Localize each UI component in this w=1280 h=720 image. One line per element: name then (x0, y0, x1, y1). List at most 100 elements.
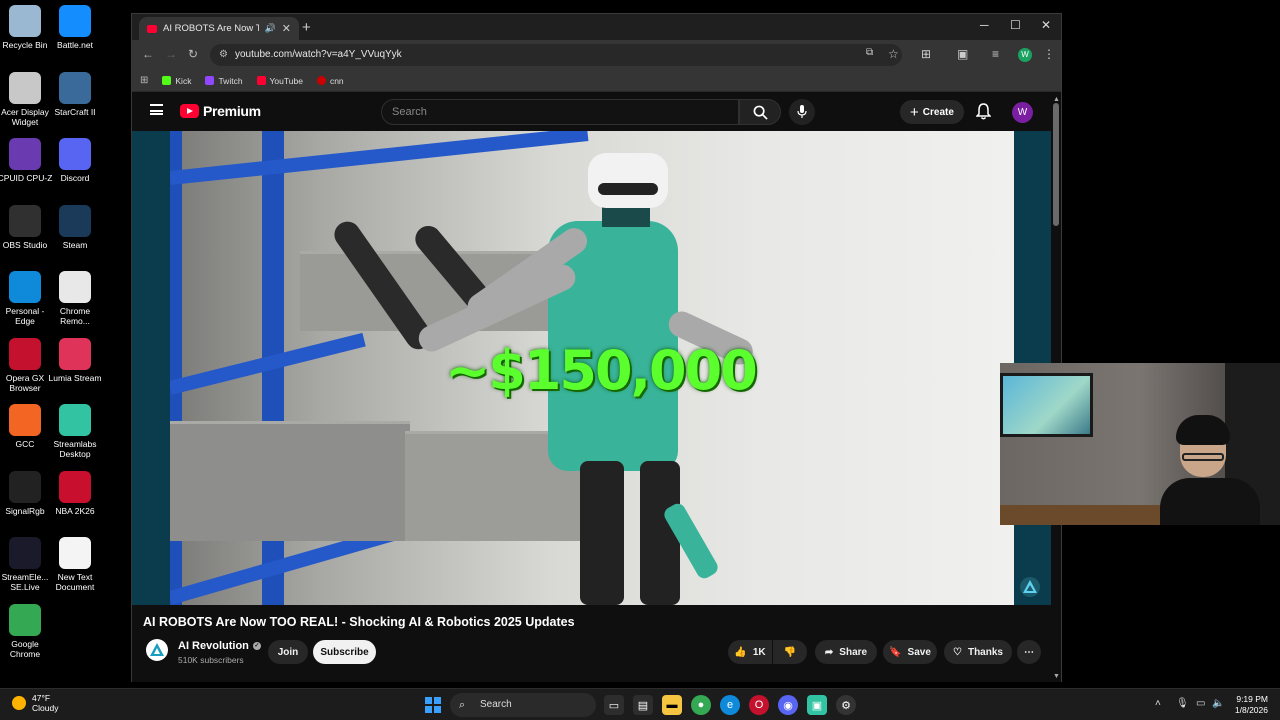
edge-taskbar-icon[interactable]: e (720, 695, 740, 715)
profile-avatar[interactable]: W (1018, 48, 1032, 62)
opera-taskbar-icon[interactable]: O (749, 695, 769, 715)
extensions-icon[interactable]: ⊞ (921, 47, 931, 61)
desktop-shortcut[interactable]: Chrome Remo... (46, 271, 104, 326)
browser-menu-icon[interactable]: ⋮ (1043, 47, 1055, 61)
discord-taskbar-icon[interactable]: ◉ (778, 695, 798, 715)
forward-icon[interactable]: → (165, 47, 177, 61)
subscriber-count: 510K subscribers (178, 655, 244, 665)
chrome-remote-icon (59, 271, 91, 303)
youtube-icon (256, 76, 266, 85)
bookmark-twitch[interactable]: Twitch (205, 76, 243, 86)
site-info-icon[interactable]: ⚙ (219, 44, 228, 66)
create-button[interactable]: + Create (900, 100, 964, 124)
voice-search-button[interactable] (789, 99, 815, 125)
volume-icon[interactable]: 🔈 (1212, 698, 1224, 709)
new-tab-icon[interactable]: + (302, 19, 311, 36)
acer-widget-icon (9, 71, 41, 104)
close-window-icon[interactable]: ✕ (1041, 18, 1051, 32)
minimize-icon[interactable]: ─ (980, 18, 989, 32)
browser-window: AI ROBOTS Are Now TOO R 🔊 ✕ + ─ ☐ ✕ ← → … (131, 13, 1062, 682)
back-icon[interactable]: ← (142, 47, 154, 61)
bookmark-star-icon[interactable]: ☆ (888, 47, 899, 61)
robot-leg (580, 461, 624, 605)
network-icon[interactable]: ▭ (1196, 698, 1205, 709)
video-title: AI ROBOTS Are Now TOO REAL! - Shocking A… (143, 615, 575, 629)
desktop-shortcut-label: Chrome Remo... (59, 306, 91, 326)
microphone-tray-icon[interactable]: 🎙 (1176, 698, 1189, 709)
desktop-shortcut[interactable]: Google Chrome (0, 603, 54, 659)
youtube-logo[interactable]: Premium (180, 103, 261, 119)
bookmark-cnn[interactable]: cnn (316, 76, 344, 86)
file-explorer-icon[interactable]: ▬ (662, 695, 682, 715)
kick-icon (162, 76, 172, 85)
clock-date: 1/8/2026 (1234, 705, 1268, 715)
chrome-taskbar-icon[interactable]: ● (691, 695, 711, 715)
chrome-icon (9, 603, 41, 636)
scroll-up-icon[interactable]: ▲ (1053, 96, 1060, 103)
browser-tab[interactable]: AI ROBOTS Are Now TOO R 🔊 ✕ (139, 17, 299, 40)
tab-close-icon[interactable]: ✕ (282, 22, 291, 35)
media-controls-icon[interactable]: ≡ (992, 47, 999, 61)
system-clock[interactable]: 9:19 PM 1/8/2026 (1228, 694, 1268, 716)
apps-grid-icon[interactable]: ⊞ (140, 75, 148, 86)
thanks-button[interactable]: ♡ Thanks (944, 640, 1012, 664)
taskbar: 47°F Cloudy ⌕ Search ▭ ▤ ▬ ● e O ◉ ▣ ⚙ ˄… (0, 688, 1280, 720)
weather-widget[interactable]: 47°F Cloudy (12, 693, 58, 713)
bookmark-youtube[interactable]: YouTube (256, 76, 303, 86)
youtube-page: Premium Search + Create W ~$150,000 ▲ ▼ … (132, 93, 1061, 682)
search-button[interactable] (739, 99, 781, 125)
show-hidden-icons-icon[interactable]: ˄ (1155, 698, 1161, 709)
scroll-down-icon[interactable]: ▼ (1053, 673, 1060, 680)
desktop-shortcut[interactable]: Steam (46, 204, 104, 250)
webcam-overlay (1000, 363, 1280, 525)
desktop-shortcut[interactable]: NBA 2K26 (46, 470, 104, 516)
streamer-glasses (1182, 453, 1224, 461)
account-avatar[interactable]: W (1012, 102, 1033, 123)
speaker-icon[interactable]: 🔊 (265, 23, 276, 34)
more-actions-button[interactable]: ⋯ (1017, 640, 1041, 664)
notifications-bell-icon[interactable] (975, 103, 992, 125)
discord-icon (59, 138, 91, 170)
install-app-icon[interactable]: ⧉ (866, 47, 873, 58)
tv-screen (1003, 376, 1090, 434)
channel-watermark-icon[interactable] (1020, 577, 1040, 597)
address-bar[interactable]: ⚙ youtube.com/watch?v=a4Y_VVuqYyk (210, 44, 902, 66)
save-button[interactable]: 🔖 Save (883, 640, 937, 664)
desktop-shortcut[interactable]: New Text Document (46, 537, 104, 592)
task-view-icon[interactable]: ▭ (604, 695, 624, 715)
desktop-shortcut[interactable]: Discord (46, 138, 104, 183)
start-button-icon[interactable] (425, 697, 441, 713)
share-arrow-icon: ➦ (824, 646, 834, 658)
thumbs-down-icon: 👎 (783, 646, 797, 658)
nba2k-icon (59, 470, 91, 503)
side-panel-icon[interactable]: ▣ (957, 47, 968, 61)
hamburger-menu-icon[interactable] (150, 104, 163, 115)
settings-taskbar-icon[interactable]: ⚙ (836, 695, 856, 715)
search-input[interactable]: Search (381, 99, 739, 125)
desktop-shortcut[interactable]: StarCraft II (46, 71, 104, 117)
streamlabs-icon (59, 404, 91, 436)
desktop-shortcut[interactable]: Battle.net (46, 5, 104, 50)
widgets-icon[interactable]: ▤ (633, 695, 653, 715)
share-button[interactable]: ➦ Share (815, 640, 877, 664)
video-player[interactable]: ~$150,000 (170, 131, 1014, 605)
dislike-button[interactable]: 👎 (773, 640, 807, 664)
join-button[interactable]: Join (268, 640, 308, 664)
desktop-shortcut[interactable]: Streamlabs Desktop (46, 404, 104, 459)
scrollbar-thumb[interactable] (1053, 103, 1059, 226)
streamelements-icon (9, 537, 41, 569)
bookmark-kick[interactable]: Kick (162, 76, 191, 86)
reload-icon[interactable]: ↻ (188, 47, 198, 61)
desktop-shortcut[interactable]: Lumia Stream (46, 337, 104, 383)
edge-icon (9, 271, 41, 303)
like-button[interactable]: 👍 1K (728, 640, 772, 664)
bookmarks-bar: ⊞ Kick Twitch YouTube cnn (132, 70, 1061, 92)
channel-name[interactable]: AI Revolution ✓ (178, 640, 261, 652)
taskbar-search[interactable]: ⌕ Search (450, 693, 596, 717)
streamer-torso (1160, 478, 1260, 525)
streamlabs-taskbar-icon[interactable]: ▣ (807, 695, 827, 715)
robot-visor (598, 183, 658, 195)
subscribe-button[interactable]: Subscribe (313, 640, 376, 664)
maximize-icon[interactable]: ☐ (1010, 18, 1021, 32)
channel-avatar[interactable] (146, 639, 168, 661)
